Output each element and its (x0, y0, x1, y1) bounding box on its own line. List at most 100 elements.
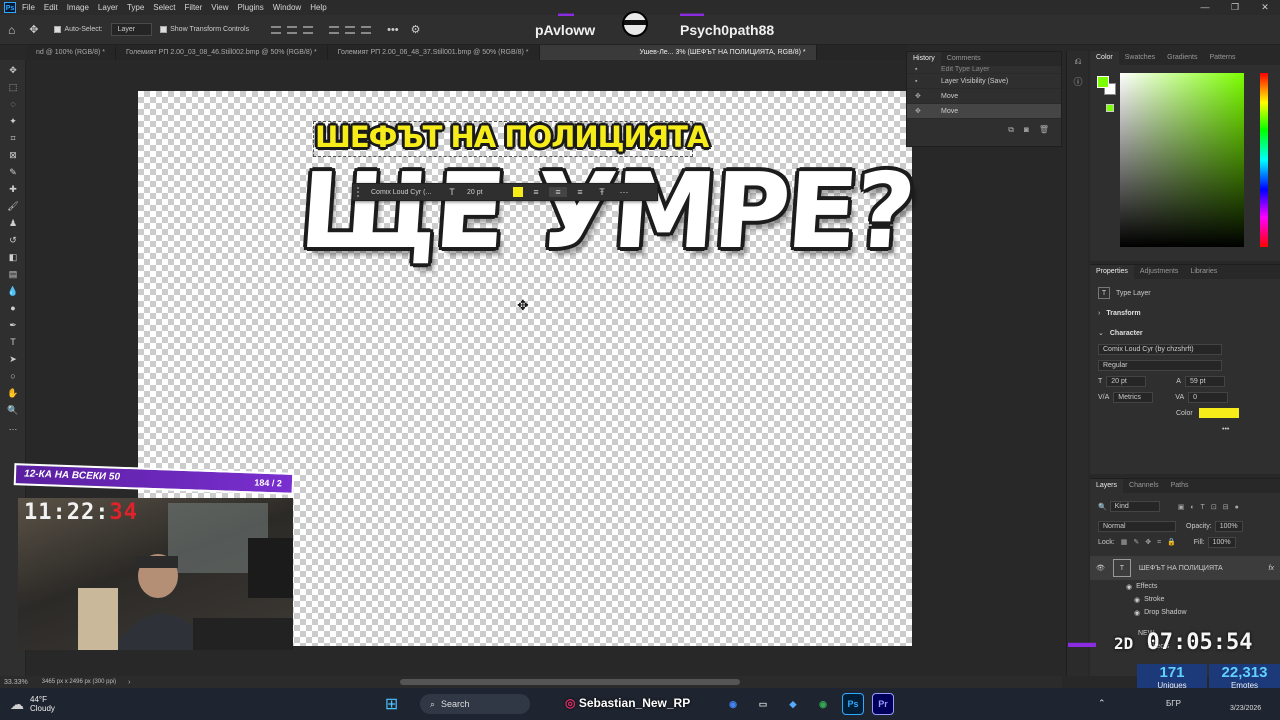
eye-icon[interactable]: ◉ (1134, 596, 1140, 604)
menu-select[interactable]: Select (153, 3, 175, 12)
blur-tool-icon[interactable]: 💧 (6, 284, 20, 298)
align-right-icon[interactable] (303, 25, 314, 34)
language-indicator[interactable]: БГР (1166, 699, 1181, 708)
warp-text-icon[interactable]: Ŧ (593, 187, 611, 197)
eraser-icon[interactable]: ◧ (6, 250, 20, 264)
shape-tool-icon[interactable]: ○ (6, 369, 20, 383)
gear-icon[interactable]: ⚙ (411, 23, 421, 36)
menu-help[interactable]: Help (310, 3, 326, 12)
more-options-icon[interactable]: ••• (387, 24, 399, 36)
blend-mode-dropdown[interactable]: Normal (1098, 521, 1176, 532)
eye-icon[interactable]: ◉ (1134, 609, 1140, 617)
tab-layers[interactable]: Layers (1090, 479, 1124, 493)
chevron-right-icon[interactable]: › (1098, 310, 1100, 317)
align-right-icon[interactable]: ≡ (571, 187, 589, 197)
tab-doc-3[interactable]: Големият РП 2.00_06_48_37.Still001.bmp @… (328, 45, 540, 60)
artwork-headline-small[interactable]: ШЕФЪТ НА ПОЛИЦИЯТА (315, 120, 709, 154)
font-family-dropdown[interactable]: Comix Loud Cyr (by chzshrft) (1098, 343, 1222, 355)
menu-type[interactable]: Type (127, 3, 144, 12)
character-section-label[interactable]: Character (1110, 330, 1143, 337)
tab-properties[interactable]: Properties (1090, 265, 1134, 279)
align-bottom-icon[interactable] (361, 25, 372, 34)
tab-channels[interactable]: Channels (1123, 479, 1165, 493)
layer-filter-icons[interactable]: ▣◐T⊡⊟● (1178, 503, 1245, 511)
text-color-swatch[interactable] (1198, 408, 1239, 418)
ctx-color-swatch[interactable] (513, 187, 523, 197)
dodge-tool-icon[interactable]: ● (6, 301, 20, 315)
align-center-icon[interactable]: ≡ (549, 187, 567, 197)
menu-file[interactable]: File (22, 3, 35, 12)
menu-plugins[interactable]: Plugins (238, 3, 264, 12)
tab-swatches[interactable]: Swatches (1119, 51, 1161, 65)
move-tool-icon[interactable]: ✥ (29, 23, 38, 36)
align-middle-icon[interactable] (345, 25, 356, 34)
move-tool-icon[interactable]: ✥ (6, 63, 20, 77)
effect-drop-shadow[interactable]: Drop Shadow (1144, 609, 1186, 616)
tab-doc-1[interactable]: nd @ 100% (RGB/8) * (26, 45, 116, 60)
ctx-size-dropdown[interactable]: 20 pt (467, 189, 507, 196)
premiere-taskbar-icon[interactable]: Pr (872, 693, 894, 715)
fill-field[interactable]: 100% (1207, 537, 1236, 548)
lasso-tool-icon[interactable]: ◌ (6, 97, 20, 111)
app-diamond-icon[interactable]: ◆ (782, 693, 804, 715)
horizontal-scrollbar[interactable] (400, 679, 741, 685)
info-panel-icon[interactable]: ⓘ (1071, 75, 1085, 89)
out-of-gamut-swatch[interactable] (1106, 104, 1114, 112)
history-item[interactable]: ✥ Move (907, 89, 1061, 104)
more-options-icon[interactable]: ••• (1090, 421, 1280, 437)
history-panel-icon[interactable]: ⎌ (1071, 56, 1085, 70)
pen-tool-icon[interactable]: ✒ (6, 318, 20, 332)
path-select-icon[interactable]: ➤ (6, 352, 20, 366)
healing-brush-icon[interactable]: ✚ (6, 182, 20, 196)
windows-start-icon[interactable]: ⊞ (385, 694, 398, 714)
layer-name[interactable]: ШЕФЪТ НА ПОЛИЦИЯТА (1139, 565, 1223, 572)
history-brush-icon[interactable]: ↺ (6, 233, 20, 247)
tab-history[interactable]: History (907, 52, 941, 66)
menu-view[interactable]: View (211, 3, 228, 12)
tab-doc-2[interactable]: Големият РП 2.00_03_08_46.Still002.bmp @… (116, 45, 328, 60)
tab-libraries[interactable]: Libraries (1184, 265, 1223, 279)
eye-icon[interactable]: ◉ (1126, 583, 1132, 591)
leading-field[interactable]: 59 pt (1184, 375, 1225, 387)
tab-doc-active[interactable]: Ушев-Ле... 3% (ШЕФЪТ НА ПОЛИЦИЯТА, RGB/8… (539, 45, 817, 60)
marquee-tool-icon[interactable]: ⬚ (6, 80, 20, 94)
tab-patterns[interactable]: Patterns (1203, 51, 1241, 65)
type-tool-icon[interactable]: T (6, 335, 20, 349)
weather-widget[interactable]: ☁ 44°F Cloudy (10, 695, 55, 713)
folder-icon[interactable]: ▭ (752, 693, 774, 715)
menu-edit[interactable]: Edit (44, 3, 58, 12)
tab-color[interactable]: Color (1090, 51, 1119, 65)
taskbar-date[interactable]: 3/23/2026 (1230, 705, 1261, 712)
ctx-font-dropdown[interactable]: Comix Loud Cyr (... (371, 189, 439, 196)
drag-handle-icon[interactable] (357, 187, 361, 197)
menu-layer[interactable]: Layer (98, 3, 118, 12)
opacity-field[interactable]: 100% (1214, 521, 1243, 532)
auto-select-dropdown[interactable]: Layer (110, 23, 153, 36)
effect-stroke[interactable]: Stroke (1144, 596, 1164, 603)
tab-gradients[interactable]: Gradients (1161, 51, 1203, 65)
menu-filter[interactable]: Filter (185, 3, 203, 12)
snapshot-camera-icon[interactable]: ◙ (1024, 125, 1029, 135)
font-size-field[interactable]: 20 pt (1106, 375, 1147, 387)
home-icon[interactable]: ⌂ (8, 23, 15, 37)
brush-tool-icon[interactable]: 🖌 (6, 199, 20, 213)
taskbar-search[interactable]: ⌕ Search (420, 694, 530, 714)
lock-icons[interactable]: ▦✎✥⌗🔒 (1121, 538, 1182, 547)
restore-icon[interactable]: ❐ (1220, 0, 1250, 15)
align-left-icon[interactable]: ≡ (527, 187, 545, 197)
more-tools-icon[interactable]: … (6, 420, 20, 434)
eyedropper-icon[interactable]: ✎ (6, 165, 20, 179)
transform-section-label[interactable]: Transform (1106, 310, 1140, 317)
zoom-level[interactable]: 33.33% (4, 679, 28, 686)
chrome-2-icon[interactable]: ◉ (812, 693, 834, 715)
crop-tool-icon[interactable]: ⌗ (6, 131, 20, 145)
chevron-down-icon[interactable]: ⌄ (1098, 329, 1104, 337)
align-center-icon[interactable] (287, 25, 298, 34)
tab-comments[interactable]: Comments (941, 52, 987, 66)
layer-filter-dropdown[interactable]: Kind (1109, 501, 1160, 512)
clone-stamp-icon[interactable]: ♟ (6, 216, 20, 230)
tracking-field[interactable]: 0 (1188, 391, 1229, 403)
menu-image[interactable]: Image (67, 3, 89, 12)
foreground-color-swatch[interactable] (1097, 76, 1109, 88)
tab-paths[interactable]: Paths (1165, 479, 1195, 493)
